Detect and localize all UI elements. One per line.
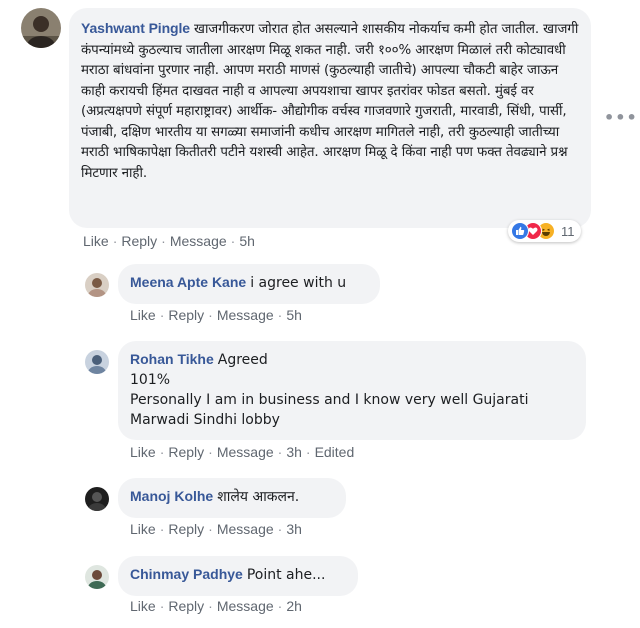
comment-actions: Like · Reply · Message · 3h bbox=[130, 521, 302, 537]
comment-actions: Like · Reply · Message · 5h bbox=[83, 233, 255, 249]
comment-text: Personally I am in business and I know v… bbox=[130, 392, 529, 408]
message-link[interactable]: Message bbox=[217, 444, 274, 460]
comment-bubble: Chinmay Padhye Point ahe... bbox=[118, 556, 358, 596]
like-link[interactable]: Like bbox=[130, 521, 156, 537]
like-icon bbox=[511, 222, 529, 240]
comment-text: i agree with u bbox=[250, 275, 347, 291]
comment-actions: Like · Reply · Message · 3h · Edited bbox=[130, 444, 355, 460]
comment-author[interactable]: Rohan Tikhe bbox=[130, 351, 214, 367]
comment-author[interactable]: Meena Apte Kane bbox=[130, 274, 246, 290]
like-link[interactable]: Like bbox=[130, 598, 156, 614]
avatar[interactable] bbox=[85, 487, 109, 511]
timestamp[interactable]: 5h bbox=[286, 307, 302, 323]
reply-link[interactable]: Reply bbox=[121, 233, 157, 249]
timestamp[interactable]: 5h bbox=[239, 233, 255, 249]
comment-text: शालेय आकलन. bbox=[217, 489, 300, 505]
comment-text: Agreed bbox=[217, 352, 268, 368]
like-link[interactable]: Like bbox=[130, 444, 156, 460]
avatar[interactable] bbox=[85, 273, 109, 297]
comment-actions: Like · Reply · Message · 2h bbox=[130, 598, 302, 614]
comment-text: खाजगीकरण जोरात होत असल्याने शासकीय नोकर्… bbox=[81, 22, 579, 181]
comment-author[interactable]: Yashwant Pingle bbox=[81, 20, 190, 36]
message-link[interactable]: Message bbox=[170, 233, 227, 249]
message-link[interactable]: Message bbox=[217, 307, 274, 323]
comment-text: Point ahe... bbox=[246, 567, 326, 583]
reply-link[interactable]: Reply bbox=[168, 444, 204, 460]
reaction-summary[interactable]: 11 bbox=[508, 220, 581, 242]
more-options-icon[interactable]: ••• bbox=[604, 108, 638, 127]
like-link[interactable]: Like bbox=[130, 307, 156, 323]
avatar[interactable] bbox=[21, 8, 61, 48]
timestamp[interactable]: 3h bbox=[286, 521, 302, 537]
reply-link[interactable]: Reply bbox=[168, 521, 204, 537]
timestamp[interactable]: 3h bbox=[286, 444, 302, 460]
comment-bubble: Yashwant Pingle खाजगीकरण जोरात होत असल्या… bbox=[69, 8, 591, 228]
message-link[interactable]: Message bbox=[217, 598, 274, 614]
comment-author[interactable]: Manoj Kolhe bbox=[130, 488, 213, 504]
message-link[interactable]: Message bbox=[217, 521, 274, 537]
edited-label[interactable]: Edited bbox=[315, 444, 355, 460]
comment-actions: Like · Reply · Message · 5h bbox=[130, 307, 302, 323]
comment-bubble: Rohan Tikhe Agreed 101% Personally I am i… bbox=[118, 341, 586, 440]
reply-link[interactable]: Reply bbox=[168, 307, 204, 323]
reaction-count: 11 bbox=[561, 223, 575, 239]
comment-bubble: Manoj Kolhe शालेय आकलन. bbox=[118, 478, 346, 518]
like-link[interactable]: Like bbox=[83, 233, 109, 249]
comment-author[interactable]: Chinmay Padhye bbox=[130, 566, 243, 582]
comment-text: Marwadi Sindhi lobby bbox=[130, 412, 280, 428]
reply-link[interactable]: Reply bbox=[168, 598, 204, 614]
avatar[interactable] bbox=[85, 565, 109, 589]
comment-text: 101% bbox=[130, 372, 171, 388]
avatar[interactable] bbox=[85, 350, 109, 374]
timestamp[interactable]: 2h bbox=[286, 598, 302, 614]
comment-bubble: Meena Apte Kane i agree with u bbox=[118, 264, 380, 304]
